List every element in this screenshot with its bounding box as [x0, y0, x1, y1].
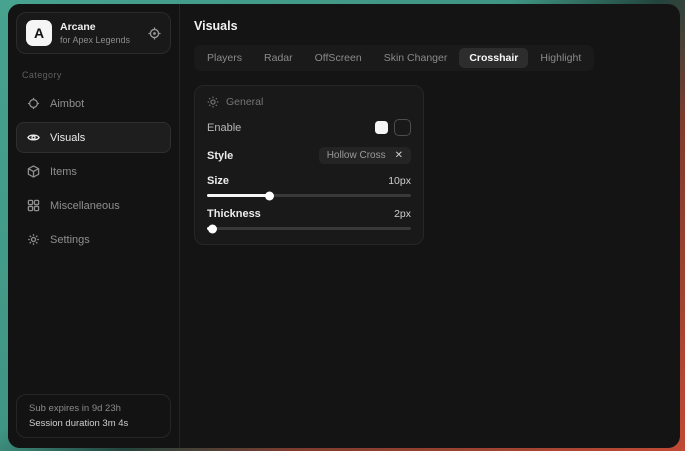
sidebar-item-miscellaneous[interactable]: Miscellaneous: [16, 190, 171, 221]
enable-checkbox[interactable]: [375, 121, 388, 134]
tab-radar[interactable]: Radar: [254, 48, 303, 68]
main-content: Visuals Players Radar OffScreen Skin Cha…: [180, 4, 680, 448]
enable-label: Enable: [207, 122, 241, 134]
size-value: 10px: [388, 175, 411, 187]
style-label: Style: [207, 150, 233, 162]
grid-icon: [27, 199, 40, 212]
sidebar: A Arcane for Apex Legends Category: [8, 4, 180, 448]
style-value: Hollow Cross: [327, 150, 386, 161]
panel-title: General: [226, 96, 263, 108]
app-subtitle: for Apex Legends: [60, 35, 130, 45]
sidebar-item-label: Miscellaneous: [50, 200, 120, 212]
sun-icon: [207, 96, 219, 108]
sidebar-item-label: Items: [50, 166, 77, 178]
category-label: Category: [22, 70, 167, 80]
crosshair-icon: [27, 97, 40, 110]
sidebar-item-aimbot[interactable]: Aimbot: [16, 88, 171, 119]
session-duration-text: Session duration 3m 4s: [29, 418, 158, 429]
sidebar-item-label: Visuals: [50, 132, 85, 144]
size-row: Size 10px: [207, 175, 411, 187]
thickness-slider[interactable]: [207, 227, 411, 230]
style-row: Style Hollow Cross ✕: [207, 147, 411, 164]
size-label: Size: [207, 175, 229, 187]
target-icon: [148, 27, 161, 40]
thickness-value: 2px: [394, 208, 411, 220]
thickness-row: Thickness 2px: [207, 208, 411, 220]
subscription-status: Sub expires in 9d 23h Session duration 3…: [16, 394, 171, 438]
sidebar-item-visuals[interactable]: Visuals: [16, 122, 171, 153]
close-icon[interactable]: ✕: [395, 150, 403, 161]
size-slider[interactable]: [207, 194, 411, 197]
brand-header: A Arcane for Apex Legends: [16, 12, 171, 54]
keybind-box[interactable]: [394, 119, 411, 136]
thickness-slider-thumb[interactable]: [208, 224, 217, 233]
sidebar-item-label: Settings: [50, 234, 90, 246]
tab-players[interactable]: Players: [197, 48, 252, 68]
sub-expires-text: Sub expires in 9d 23h: [29, 403, 158, 414]
tab-offscreen[interactable]: OffScreen: [305, 48, 372, 68]
cube-icon: [27, 165, 40, 178]
eye-icon: [27, 131, 40, 144]
sidebar-item-items[interactable]: Items: [16, 156, 171, 187]
enable-row: Enable: [207, 119, 411, 136]
size-slider-thumb[interactable]: [265, 191, 274, 200]
thickness-label: Thickness: [207, 208, 261, 220]
app-window: A Arcane for Apex Legends Category: [8, 4, 680, 448]
tab-bar: Players Radar OffScreen Skin Changer Cro…: [194, 45, 594, 71]
app-name: Arcane: [60, 21, 130, 33]
tab-highlight[interactable]: Highlight: [530, 48, 591, 68]
general-panel: General Enable Style Hollow Cross ✕ Size…: [194, 85, 424, 245]
sidebar-item-settings[interactable]: Settings: [16, 224, 171, 255]
tab-crosshair[interactable]: Crosshair: [459, 48, 528, 68]
style-chip[interactable]: Hollow Cross ✕: [319, 147, 411, 164]
app-logo: A: [26, 20, 52, 46]
gear-icon: [27, 233, 40, 246]
sidebar-item-label: Aimbot: [50, 98, 84, 110]
tab-skin-changer[interactable]: Skin Changer: [374, 48, 458, 68]
page-title: Visuals: [194, 19, 666, 33]
